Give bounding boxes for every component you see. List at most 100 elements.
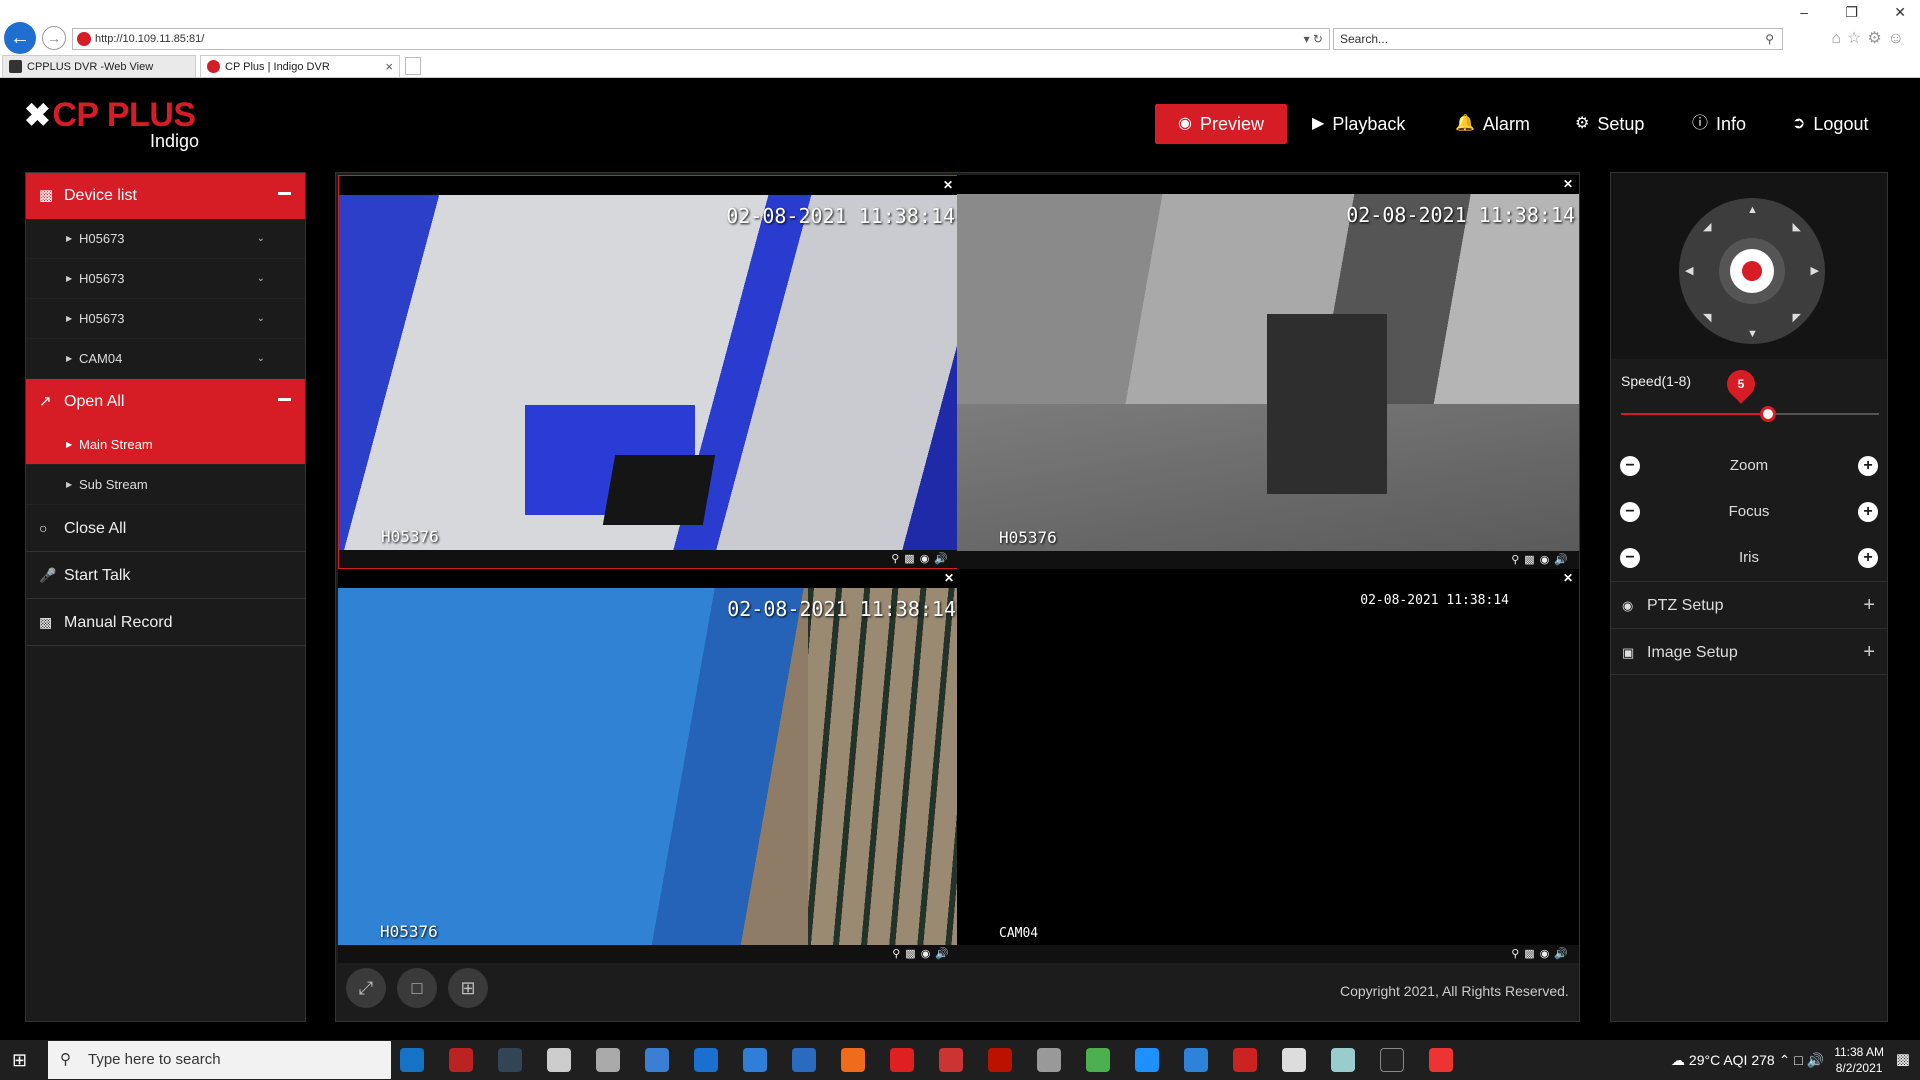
minimize-icon[interactable]: – <box>1800 4 1808 20</box>
fullscreen-button[interactable]: ⤢ <box>346 968 386 1008</box>
back-button[interactable]: ← <box>4 22 36 54</box>
chrome-icon[interactable] <box>1086 1048 1110 1072</box>
focus-plus-button[interactable]: + <box>1858 502 1878 522</box>
nav-preview[interactable]: ◉ Preview <box>1155 104 1287 144</box>
speed-slider[interactable] <box>1621 406 1879 422</box>
terminal-icon[interactable] <box>1380 1048 1404 1072</box>
app-icon[interactable] <box>645 1048 669 1072</box>
iris-minus-button[interactable]: − <box>1620 548 1640 568</box>
collapse-icon[interactable] <box>278 398 291 401</box>
forward-button[interactable]: → <box>42 26 66 50</box>
close-icon[interactable]: ✕ <box>1563 177 1573 191</box>
outlook-icon[interactable] <box>400 1048 424 1072</box>
close-icon[interactable]: ✕ <box>1563 571 1573 585</box>
chevron-down-icon[interactable]: ⌄ <box>257 259 265 299</box>
arrow-left-icon[interactable]: ◀ <box>1685 264 1693 277</box>
toolbar-icons[interactable]: ⌂☆⚙☺ <box>1831 28 1910 48</box>
app-icon[interactable] <box>1037 1048 1061 1072</box>
quad-view-button[interactable]: ⊞ <box>448 968 488 1008</box>
tab-cpplus-webview[interactable]: CPPLUS DVR -Web View <box>2 55 196 77</box>
nav-alarm[interactable]: 🔔 Alarm <box>1455 104 1530 144</box>
refresh-icon[interactable]: ▾ ↻ <box>1304 29 1323 49</box>
nav-playback[interactable]: ▶ Playback <box>1312 104 1405 144</box>
app-icon[interactable] <box>1331 1048 1355 1072</box>
chevron-down-icon[interactable]: ⌄ <box>257 299 265 339</box>
address-bar[interactable]: http://10.109.11.85:81/ ▾ ↻ <box>72 28 1330 50</box>
tab-cpplus-indigo[interactable]: CP Plus | Indigo DVR × <box>200 55 400 77</box>
app-icon[interactable] <box>939 1048 963 1072</box>
expand-icon[interactable]: + <box>1863 582 1875 629</box>
zoom-minus-button[interactable]: − <box>1620 456 1640 476</box>
app-icon[interactable] <box>1233 1048 1257 1072</box>
open-all-header[interactable]: ↗ Open All <box>26 379 305 425</box>
device-item[interactable]: ▶ H05673 ⌄ <box>26 219 305 259</box>
app-icon[interactable] <box>743 1048 767 1072</box>
expand-icon[interactable]: + <box>1863 629 1875 676</box>
cell-toolbar[interactable]: ⚲▩◉🔊 <box>957 945 1579 963</box>
joystick-center-button[interactable] <box>1730 249 1774 293</box>
arrow-up-right-icon[interactable]: ◣ <box>1793 220 1801 233</box>
search-icon[interactable]: ⚲ <box>1765 29 1774 49</box>
zoom-plus-button[interactable]: + <box>1858 456 1878 476</box>
close-window-icon[interactable]: ✕ <box>1894 4 1906 21</box>
app-icon[interactable] <box>547 1048 571 1072</box>
app-icon[interactable] <box>1282 1048 1306 1072</box>
collapse-icon[interactable] <box>278 192 291 195</box>
arrow-up-left-icon[interactable]: ◢ <box>1703 220 1711 233</box>
single-view-button[interactable]: □ <box>397 968 437 1008</box>
chevron-down-icon[interactable]: ⌄ <box>257 339 265 379</box>
video-cell-4[interactable]: ✕ 02-08-2021 11:38:14 CAM04 ⚲▩◉🔊 <box>957 569 1579 963</box>
start-talk-button[interactable]: 🎤 Start Talk <box>26 552 305 599</box>
device-list-header[interactable]: ▩ Device list <box>26 173 305 219</box>
app-icon[interactable] <box>449 1048 473 1072</box>
device-item[interactable]: ▶ H05673 ⌄ <box>26 299 305 339</box>
taskbar-clock[interactable]: 11:38 AM 8/2/2021 <box>1834 1044 1884 1076</box>
taskbar-search-input[interactable]: ⚲ Type here to search <box>48 1041 391 1079</box>
app-icon[interactable] <box>694 1048 718 1072</box>
sub-stream-item[interactable]: ▶ Sub Stream <box>26 465 305 505</box>
nav-logout[interactable]: ➲ Logout <box>1792 104 1868 144</box>
video-cell-1[interactable]: ✕ 02-08-2021 11:38:14 H05376 ⚲▩◉🔊 <box>338 175 960 569</box>
speed-slider-handle[interactable] <box>1760 406 1777 422</box>
video-cell-3[interactable]: ✕ 02-08-2021 11:38:14 H05376 ⚲▩◉🔊 <box>338 569 960 963</box>
app-icon[interactable] <box>498 1048 522 1072</box>
browser-search-input[interactable]: Search... ⚲ <box>1333 28 1783 50</box>
firefox-icon[interactable] <box>841 1048 865 1072</box>
arrow-up-icon[interactable]: ▲ <box>1747 204 1758 216</box>
video-cell-2[interactable]: ✕ 02-08-2021 11:38:14 H05376 ⚲▩◉🔊 <box>957 175 1579 569</box>
windows-start-icon[interactable]: ⊞ <box>12 1050 27 1071</box>
iris-plus-button[interactable]: + <box>1858 548 1878 568</box>
app-icon[interactable] <box>890 1048 914 1072</box>
manual-record-button[interactable]: ▩ Manual Record <box>26 599 305 646</box>
new-tab-button[interactable] <box>405 57 421 75</box>
image-setup-section[interactable]: ▣ Image Setup + <box>1611 628 1887 675</box>
internet-explorer-icon[interactable] <box>1135 1048 1159 1072</box>
ptz-joystick[interactable]: ▲ ▼ ◀ ▶ ◢ ◣ ◥ ◤ <box>1679 198 1825 344</box>
ptz-setup-section[interactable]: ◉ PTZ Setup + <box>1611 581 1887 628</box>
arrow-right-icon[interactable]: ▶ <box>1811 264 1819 277</box>
close-all-button[interactable]: ○ Close All <box>26 505 305 552</box>
tray-icons[interactable]: ⌃ □ 🔊 <box>1779 1052 1824 1068</box>
calculator-icon[interactable] <box>1184 1048 1208 1072</box>
app-icon[interactable] <box>1429 1048 1453 1072</box>
close-icon[interactable]: ✕ <box>943 178 953 192</box>
arrow-down-right-icon[interactable]: ◤ <box>1793 311 1801 324</box>
close-tab-icon[interactable]: × <box>385 56 393 78</box>
nav-info[interactable]: ⓘ Info <box>1692 104 1746 144</box>
close-icon[interactable]: ✕ <box>944 571 954 585</box>
app-icon[interactable] <box>792 1048 816 1072</box>
cell-toolbar[interactable]: ⚲▩◉🔊 <box>957 551 1579 569</box>
system-tray[interactable]: ☁ 29°C AQI 278 ⌃ □ 🔊 <box>1671 1040 1824 1080</box>
nav-setup[interactable]: ⚙ Setup <box>1575 104 1644 144</box>
focus-minus-button[interactable]: − <box>1620 502 1640 522</box>
cell-toolbar[interactable]: ⚲▩◉🔊 <box>339 550 959 568</box>
arrow-down-icon[interactable]: ▼ <box>1747 328 1758 340</box>
notification-icon[interactable]: ▩ <box>1896 1050 1910 1068</box>
cell-toolbar[interactable]: ⚲▩◉🔊 <box>338 945 960 963</box>
chevron-down-icon[interactable]: ⌄ <box>257 219 265 259</box>
device-item[interactable]: ▶ CAM04 ⌄ <box>26 339 305 379</box>
main-stream-item[interactable]: ▶ Main Stream <box>26 425 305 465</box>
app-icon[interactable] <box>988 1048 1012 1072</box>
app-icon[interactable] <box>596 1048 620 1072</box>
device-item[interactable]: ▶ H05673 ⌄ <box>26 259 305 299</box>
